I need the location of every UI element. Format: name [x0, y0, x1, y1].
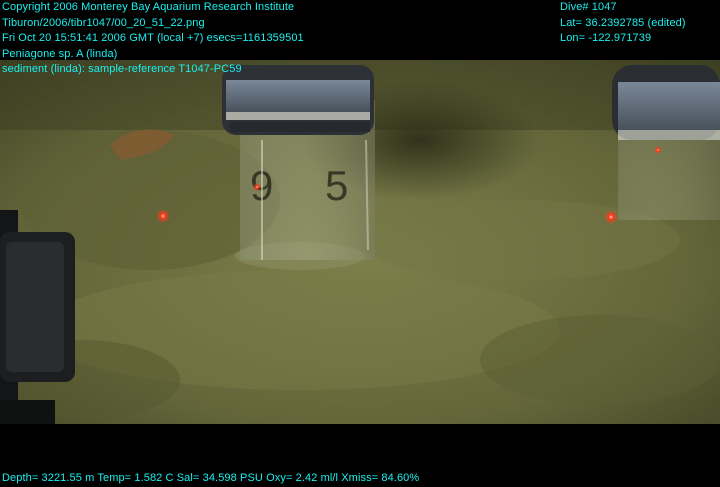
overlay-bottom: Depth= 3221.55 m Temp= 1.582 C Sal= 34.5…	[2, 471, 419, 487]
core-tube-right	[612, 65, 720, 220]
telemetry-text: Depth= 3221.55 m Temp= 1.582 C Sal= 34.5…	[2, 472, 420, 484]
seafloor-image: 9 5	[0, 60, 720, 424]
latitude-text: Lat= 36.2392785 (edited)	[560, 16, 686, 29]
svg-text:5: 5	[325, 162, 348, 209]
core-tube-center: 9 5	[222, 65, 375, 270]
laser-dot-tube-right	[654, 146, 662, 154]
sample-text: sediment (linda): sample-reference T1047…	[2, 63, 242, 75]
video-frame: 9 5	[0, 0, 720, 486]
species-text: Peniagone sp. A (linda)	[2, 47, 118, 60]
longitude-text: Lon= -122.971739	[560, 32, 652, 44]
dive-text: Dive# 1047	[560, 1, 617, 13]
laser-dot-left	[156, 209, 170, 223]
file-path-text: Tiburon/2006/tibr1047/00_20_51_22.png	[2, 16, 205, 29]
laser-dot-right	[604, 210, 618, 224]
overlay-top-left: Copyright 2006 Monterey Bay Aquarium Res…	[2, 0, 304, 78]
overlay-top-right: Dive# 1047 Lat= 36.2392785 (edited) Lon=…	[560, 0, 686, 47]
datetime-text: Fri Oct 20 15:51:41 2006 GMT (local +7) …	[2, 32, 304, 44]
copyright-text: Copyright 2006 Monterey Bay Aquarium Res…	[2, 1, 295, 13]
laser-dot-tube	[253, 183, 261, 191]
